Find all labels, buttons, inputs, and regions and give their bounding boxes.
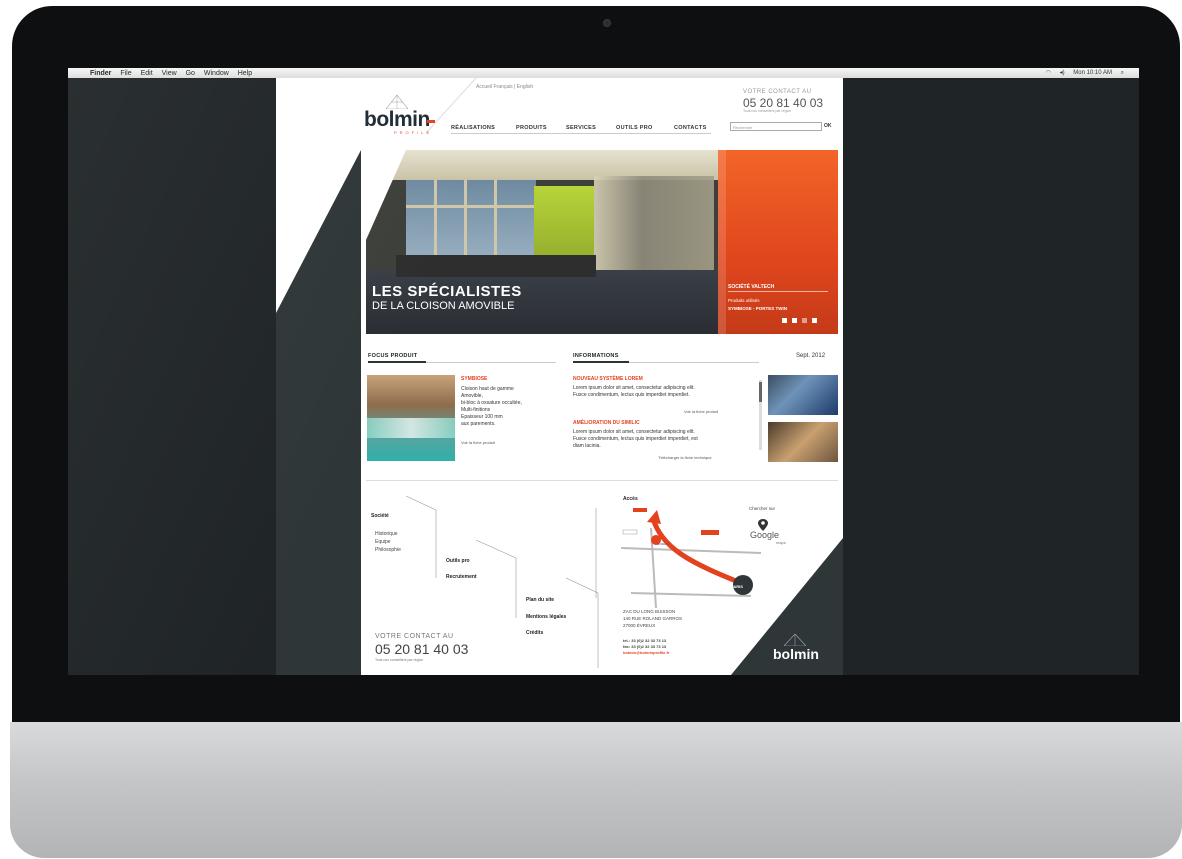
map-evreux: EVREUX xyxy=(657,542,670,546)
screen: Finder File Edit View Go Window Help ◠ ◂… xyxy=(68,68,1139,675)
footer-contact-note[interactable]: Tous nos conseillers par région xyxy=(375,658,423,662)
footer-address: ZAC DU LONG BUISSON 140 RUE ROLAND GARRO… xyxy=(623,608,682,629)
google-text: Google xyxy=(750,530,780,540)
access-map[interactable] xyxy=(621,508,761,608)
footer-societe-list: Historique Equipe Philosophie xyxy=(375,530,401,554)
maps-text: maps xyxy=(776,540,786,545)
spotlight-icon[interactable]: ⌕ xyxy=(1121,70,1124,76)
footer-logo-grid-icon xyxy=(784,634,806,646)
status-area: ◠ ◂) Mon 10:10 AM ⌕ xyxy=(1046,68,1131,78)
footer-societe[interactable]: Société xyxy=(371,513,389,519)
footer-link-philosophie[interactable]: Philosophie xyxy=(375,546,401,554)
imac-chin xyxy=(10,722,1182,858)
wifi-icon[interactable]: ◠ xyxy=(1046,70,1051,76)
menu-bar: Finder File Edit View Go Window Help ◠ ◂… xyxy=(68,68,1139,78)
menu-finder[interactable]: Finder xyxy=(90,70,111,77)
menu-edit[interactable]: Edit xyxy=(141,70,153,77)
footer-link-historique[interactable]: Historique xyxy=(375,530,401,538)
footer-mentions-legales[interactable]: Mentions légales xyxy=(526,614,566,620)
volume-icon[interactable]: ◂) xyxy=(1060,70,1065,76)
footer-acces: Accès xyxy=(623,496,638,502)
footer-logo[interactable]: bolmin xyxy=(773,646,819,662)
menu-help[interactable]: Help xyxy=(238,70,252,77)
menu-go[interactable]: Go xyxy=(186,70,195,77)
footer-credits[interactable]: Crédits xyxy=(526,630,543,636)
menu-file[interactable]: File xyxy=(120,70,131,77)
map-paris: PARIS xyxy=(731,584,743,589)
footer-link-equipe[interactable]: Equipe xyxy=(375,538,401,546)
footer-plan-du-site[interactable]: Plan du site xyxy=(526,597,554,603)
footer-outils-pro[interactable]: Outils pro xyxy=(446,558,470,564)
footer-contact-label: VOTRE CONTACT AU xyxy=(375,633,454,640)
address-line: 27000 ÉVREUX xyxy=(623,623,656,628)
web-page: bolmin PROFILE Accueil Français | Englis… xyxy=(276,78,843,675)
google-maps-link[interactable]: Google xyxy=(750,530,779,540)
address-line: 140 RUE ROLAND GARROS xyxy=(623,616,683,621)
footer-recrutement[interactable]: Recrutement xyxy=(446,574,477,580)
footer-contact-phone[interactable]: 05 20 81 40 03 xyxy=(375,641,468,657)
footer-email[interactable]: bolmin@bolminprofile.fr xyxy=(623,650,669,656)
address-line: ZAC DU LONG BUISSON xyxy=(623,609,676,614)
chercher-sur: Chercher sur xyxy=(749,506,776,511)
menu-view[interactable]: View xyxy=(162,70,177,77)
map-pin-icon xyxy=(758,518,768,531)
camera-icon xyxy=(603,19,611,27)
menu-window[interactable]: Window xyxy=(204,70,229,77)
clock[interactable]: Mon 10:10 AM xyxy=(1073,70,1112,76)
footer-phones: tel.: 33 (0)2 32 33 73 13 fax: 33 (0)2 3… xyxy=(623,638,669,656)
